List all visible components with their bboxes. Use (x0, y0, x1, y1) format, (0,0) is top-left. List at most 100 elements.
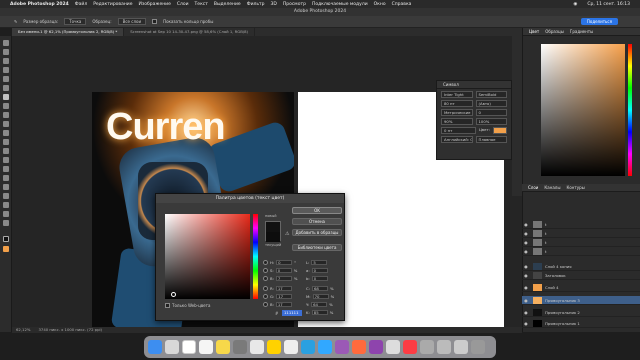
eye-icon[interactable]: ● (522, 231, 530, 236)
layer-row[interactable]: ● Прямоугольник 1 (522, 319, 640, 328)
color-panel-hue-slider[interactable] (628, 44, 632, 176)
menu-app[interactable]: Adobe Photoshop 2024 (10, 2, 69, 7)
cancel-button[interactable]: Отмена (292, 218, 342, 225)
web-only-checkbox[interactable] (165, 303, 170, 308)
background-color-swatch[interactable] (3, 246, 9, 252)
tab-color[interactable]: Цвет (529, 29, 539, 34)
text-color-swatch[interactable] (493, 127, 507, 134)
clock[interactable]: Ср, 11 сент. 16:13 (587, 2, 630, 7)
zoom-tool-icon[interactable] (3, 220, 9, 226)
eyedropper-icon[interactable]: ✎ (14, 19, 17, 24)
character-panel-title[interactable]: Символ (443, 82, 459, 87)
yandex-browser-icon[interactable] (267, 340, 281, 354)
finder-icon[interactable] (148, 340, 162, 354)
podcasts-icon[interactable] (369, 340, 383, 354)
downloads-icon[interactable] (437, 340, 451, 354)
history-brush-icon[interactable] (3, 130, 9, 136)
layer-row[interactable]: ● Слой 4 (522, 283, 640, 292)
move-tool-icon[interactable] (3, 40, 9, 46)
show-ring-checkbox[interactable] (152, 19, 158, 24)
baseline-shift-field[interactable]: 0 пт (441, 127, 476, 134)
zoom-level[interactable]: 62,12% (16, 327, 30, 333)
dialog-title[interactable]: Палитра цветов (текст цвет) (156, 194, 344, 203)
current-color-swatch[interactable] (266, 232, 280, 242)
r-input[interactable]: 17 (275, 286, 292, 291)
a-input[interactable]: 0 (311, 268, 328, 273)
m-input[interactable]: 70 (312, 294, 329, 299)
chrome-icon[interactable] (284, 340, 298, 354)
magic-wand-icon[interactable] (3, 67, 9, 73)
folder-icon[interactable] (454, 340, 468, 354)
menu-view[interactable]: Просмотр (283, 2, 306, 7)
layer-row[interactable]: ● t (522, 238, 640, 247)
launchpad-icon[interactable] (165, 340, 179, 354)
y-input[interactable]: 64 (311, 302, 328, 307)
add-to-swatches-button[interactable]: Добавить в образцы (292, 229, 342, 236)
color-libraries-button[interactable]: Библиотеки цвета (292, 244, 342, 251)
hue-slider[interactable] (253, 214, 258, 299)
font-family-select[interactable]: Inter Tight (441, 91, 473, 98)
photoshop-icon[interactable] (318, 340, 332, 354)
vertical-scale-field[interactable]: 90% (441, 118, 473, 125)
pen-tool-icon[interactable] (3, 175, 9, 181)
tab-doc-2[interactable]: Screenshot at Sep 10 14-30-47.png @ 58,6… (124, 28, 256, 36)
font-style-select[interactable]: SemiBold (475, 91, 507, 98)
layer-row[interactable]: ● Прямоугольник 3 (522, 296, 640, 305)
settings-icon[interactable] (233, 340, 247, 354)
lasso-tool-icon[interactable] (3, 58, 9, 64)
leading-field[interactable]: (Авто) (475, 100, 507, 107)
s-radio[interactable] (263, 268, 268, 273)
tab-doc-1[interactable]: Без имени-1 @ 62,1% (Прямоугольник 2, RG… (12, 28, 125, 36)
gradient-tool-icon[interactable] (3, 148, 9, 154)
eye-icon[interactable]: ● (522, 273, 530, 278)
hand-tool-icon[interactable] (3, 211, 9, 217)
telegram-icon[interactable] (301, 340, 315, 354)
language-select[interactable]: Английский: США (441, 136, 473, 143)
wifi-icon[interactable]: ◉ (573, 2, 577, 7)
shape-tool-icon[interactable] (3, 202, 9, 208)
hue-radio[interactable] (263, 260, 268, 265)
photos-icon[interactable] (199, 340, 213, 354)
trash-icon[interactable] (471, 340, 485, 354)
eraser-tool-icon[interactable] (3, 139, 9, 145)
h-input[interactable]: 0 (276, 260, 293, 265)
eye-icon[interactable]: ● (522, 321, 530, 326)
type-tool-icon[interactable] (3, 184, 9, 190)
blue-input[interactable]: 17 (275, 302, 292, 307)
s-input[interactable]: 0 (275, 268, 292, 273)
l-input[interactable]: 5 (311, 260, 328, 265)
vk-icon[interactable] (352, 340, 366, 354)
layer-row[interactable]: ● Слой 4 копия (522, 262, 640, 271)
frame-tool-icon[interactable] (3, 85, 9, 91)
eye-icon[interactable]: ● (522, 298, 530, 303)
foreground-color-swatch[interactable] (3, 236, 9, 242)
font-size-field[interactable]: 80 пт (441, 100, 473, 107)
eye-icon[interactable]: ● (522, 264, 530, 269)
marquee-tool-icon[interactable] (3, 49, 9, 55)
share-button[interactable]: Поделиться (580, 18, 618, 25)
menu-layers[interactable]: Слои (177, 2, 189, 7)
menu-select[interactable]: Выделение (214, 2, 241, 7)
horizontal-scale-field[interactable]: 100% (475, 118, 507, 125)
eye-icon[interactable]: ● (522, 310, 530, 315)
sample-size-select[interactable]: Точка (64, 18, 87, 25)
eye-icon[interactable]: ● (522, 249, 530, 254)
color-field-cursor[interactable] (171, 292, 176, 297)
g-radio[interactable] (263, 294, 268, 299)
tab-paths[interactable]: Контуры (566, 185, 584, 190)
eye-icon[interactable]: ● (522, 240, 530, 245)
blue-radio[interactable] (263, 302, 268, 307)
figma-icon[interactable] (335, 340, 349, 354)
notes-icon[interactable] (216, 340, 230, 354)
tab-layers[interactable]: Слои (528, 185, 538, 190)
b-radio[interactable] (263, 276, 268, 281)
sample-select[interactable]: Все слои (117, 18, 147, 25)
gamut-warning-icon[interactable]: ⚠ (285, 231, 289, 237)
ok-button[interactable]: OK (292, 207, 342, 214)
menu-window[interactable]: Окно (374, 2, 386, 7)
layer-row[interactable]: ● t (522, 220, 640, 229)
c-input[interactable]: 68 (311, 286, 328, 291)
archive-icon[interactable] (420, 340, 434, 354)
layer-row[interactable]: ● t (522, 247, 640, 256)
calendar-icon[interactable] (182, 340, 196, 354)
